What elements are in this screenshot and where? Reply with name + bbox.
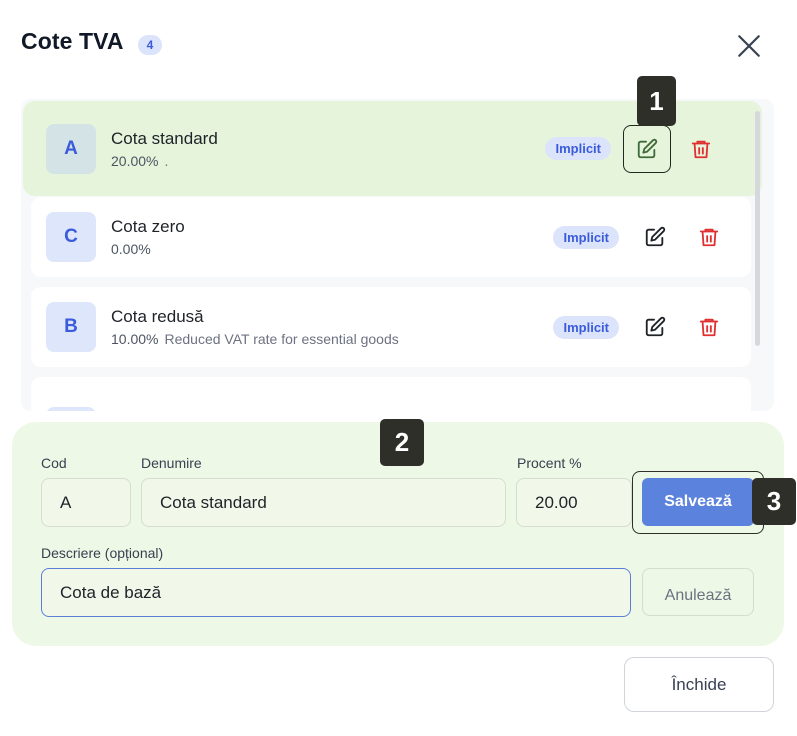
rate-name: Cota redusă bbox=[111, 307, 204, 326]
delete-button[interactable] bbox=[685, 303, 733, 351]
edit-icon bbox=[645, 226, 666, 247]
code-avatar bbox=[46, 407, 96, 411]
annotation-marker-2: 2 bbox=[380, 419, 424, 466]
close-button[interactable] bbox=[733, 30, 765, 62]
edit-icon bbox=[637, 138, 658, 158]
edit-button[interactable] bbox=[623, 124, 671, 173]
edit-icon bbox=[645, 316, 666, 337]
code-avatar: A bbox=[46, 123, 96, 174]
rate-percent: 20.00% bbox=[111, 152, 159, 169]
annotation-marker-1: 1 bbox=[637, 76, 676, 126]
description-input[interactable]: Cota de bază bbox=[41, 568, 631, 617]
trash-icon bbox=[699, 318, 719, 337]
list-item[interactable]: B Cota redusă 10.00% Reduced VAT rate for… bbox=[31, 287, 751, 367]
code-input[interactable]: A bbox=[41, 478, 131, 527]
percent-label: Procent % bbox=[517, 455, 582, 471]
edit-button[interactable] bbox=[631, 213, 679, 261]
dialog-title: Cote TVA bbox=[21, 28, 124, 54]
implicit-badge: Implicit bbox=[553, 225, 619, 249]
vat-rate-list[interactable]: A Cota standard 20.00%. Implicit C Cota … bbox=[21, 99, 774, 411]
count-badge: 4 bbox=[137, 34, 163, 55]
rate-percent: 10.00% bbox=[111, 331, 159, 347]
trash-icon bbox=[699, 228, 719, 247]
list-scrollbar[interactable] bbox=[755, 111, 760, 346]
code-avatar: C bbox=[46, 212, 96, 262]
name-input[interactable]: Cota standard bbox=[141, 478, 506, 527]
dialog-header: Cote TVA 4 bbox=[21, 28, 163, 55]
rate-percent: 0.00% bbox=[111, 241, 151, 257]
implicit-badge: Implicit bbox=[553, 315, 619, 339]
implicit-badge: Implicit bbox=[545, 137, 611, 160]
code-avatar: B bbox=[46, 302, 96, 352]
rate-description: . bbox=[164, 152, 169, 169]
list-item[interactable] bbox=[31, 377, 751, 411]
close-dialog-button[interactable]: Închide bbox=[624, 657, 774, 712]
code-label: Cod bbox=[41, 455, 67, 471]
cancel-button[interactable]: Anulează bbox=[642, 568, 754, 616]
name-label: Denumire bbox=[141, 455, 202, 471]
rate-name: Cota standard bbox=[111, 128, 218, 148]
edit-button[interactable] bbox=[631, 303, 679, 351]
description-label: Descriere (opțional) bbox=[41, 545, 164, 561]
trash-icon bbox=[691, 140, 711, 158]
close-icon bbox=[738, 35, 760, 57]
save-button[interactable]: Salvează bbox=[642, 478, 754, 526]
annotation-marker-3: 3 bbox=[752, 478, 796, 525]
delete-button[interactable] bbox=[685, 213, 733, 261]
rate-description: Reduced VAT rate for essential goods bbox=[164, 331, 399, 347]
percent-input[interactable]: 20.00 bbox=[516, 478, 632, 527]
list-item[interactable]: C Cota zero 0.00% Implicit bbox=[31, 197, 751, 277]
delete-button[interactable] bbox=[677, 125, 725, 173]
rate-name: Cota zero bbox=[111, 217, 185, 236]
